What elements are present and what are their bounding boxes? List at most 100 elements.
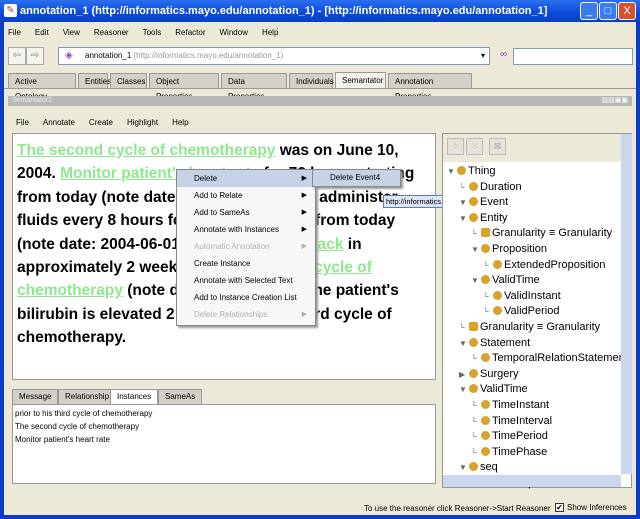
tree-node[interactable]: ▼ Event — [459, 195, 508, 210]
menu-view[interactable]: View — [63, 28, 80, 37]
tree-node-label: ValidPeriod — [504, 305, 560, 318]
add-sibling-icon[interactable]: ⁙ — [466, 138, 483, 155]
tab-entities[interactable]: Entities — [78, 73, 111, 89]
tab-message[interactable]: Message — [12, 389, 59, 404]
tree-node[interactable]: └ TimePhase — [471, 445, 547, 460]
menu-reasoner[interactable]: Reasoner — [94, 28, 129, 37]
semantator-menu-file[interactable]: File — [16, 118, 29, 127]
tree-node[interactable]: └ ValidInstant — [483, 289, 561, 304]
annotated-text[interactable]: The second cycle of chemotherapy — [17, 142, 275, 159]
class-icon — [481, 244, 490, 253]
minimize-button[interactable]: _ — [580, 2, 598, 20]
tree-node[interactable]: └ Granularity ≡ Granularity — [459, 320, 600, 335]
semantator-menu-create[interactable]: Create — [89, 118, 113, 127]
tab-semantator[interactable]: Semantator — [335, 72, 386, 89]
horizontal-scrollbar[interactable] — [443, 475, 621, 487]
vertical-scrollbar[interactable] — [621, 134, 632, 474]
show-inferences-checkbox[interactable]: ✔ Show Inferences — [555, 503, 627, 512]
tab-individuals[interactable]: Individuals — [289, 73, 334, 89]
add-subclass-icon[interactable]: ⁘ — [447, 138, 464, 155]
menu-help[interactable]: Help — [262, 28, 278, 37]
tab-instances[interactable]: Instances — [110, 389, 159, 404]
menu-file[interactable]: File — [8, 28, 21, 37]
tree-node[interactable]: └ TimePeriod — [471, 429, 548, 444]
menu-refactor[interactable]: Refactor — [175, 28, 205, 37]
submenu-item-delete-event4[interactable]: Delete Event4 — [312, 169, 401, 187]
tree-node[interactable]: ▼ Thing — [447, 164, 496, 179]
menu-window[interactable]: Window — [220, 28, 248, 37]
tree-node[interactable]: └ Granularity ≡ Granularity — [471, 226, 612, 241]
semantator-menu-help[interactable]: Help — [172, 118, 188, 127]
tree-node[interactable]: ▼ Statement — [459, 336, 530, 351]
expanded-icon[interactable]: ▼ — [459, 337, 469, 351]
tree-node[interactable]: └ TimeInterval — [471, 414, 552, 429]
tree-node-label: seq — [480, 461, 498, 474]
menu-item-add-to-sameas[interactable]: Add to SameAs ▶ — [177, 204, 315, 221]
tree-node-label: Entity — [480, 211, 508, 224]
tree-node[interactable]: ▼ ValidTime — [459, 382, 528, 397]
tab-annotation-properties[interactable]: Annotation Properties — [388, 73, 472, 101]
menu-tools[interactable]: Tools — [143, 28, 162, 37]
class-icon — [469, 384, 478, 394]
tree-node[interactable]: ▶ Surgery — [459, 367, 519, 382]
tab-active-ontology[interactable]: Active Ontology — [8, 73, 76, 101]
expanded-icon[interactable]: ▼ — [459, 461, 469, 475]
menu-item-add-to-instance-creation-list[interactable]: Add to Instance Creation List — [177, 289, 315, 306]
tree-node[interactable]: └ Duration — [459, 180, 522, 195]
forward-button[interactable]: ⇨ — [26, 47, 44, 65]
tree-node-label: TimePeriod — [492, 430, 548, 443]
checkbox-icon[interactable]: ✔ — [555, 503, 564, 512]
ontology-selector[interactable]: ◈ annotation_1 (http://informatics.mayo.… — [58, 47, 490, 65]
menu-item-delete[interactable]: Delete ▶ — [177, 170, 315, 187]
title-bar: annotation_1 (http://informatics.mayo.ed… — [0, 0, 640, 22]
tab-object-properties[interactable]: Object Properties — [149, 73, 219, 101]
collapsed-icon[interactable]: ▶ — [459, 368, 469, 382]
tab-sameas[interactable]: SameAs — [158, 389, 203, 404]
expanded-icon[interactable]: ▼ — [471, 243, 481, 257]
menu-item-add-to-relate[interactable]: Add to Relate ▶ — [177, 187, 315, 204]
tree-node-label: TimePhase — [492, 445, 548, 458]
tree-node[interactable]: ▼ seq — [459, 460, 498, 475]
tree-node[interactable]: └ TimeInstant — [471, 398, 549, 413]
dropdown-arrow-icon[interactable]: ▾ — [481, 48, 485, 64]
menu-item-label: Automatic Annotation — [194, 242, 270, 251]
menu-item-annotate-with-selected-text[interactable]: Annotate with Selected Text — [177, 272, 315, 289]
equivalent-class-icon — [481, 228, 490, 238]
close-button[interactable]: X — [618, 2, 636, 20]
expanded-icon[interactable]: ▼ — [459, 212, 469, 226]
instance-item[interactable]: Monitor patient's heart rate — [15, 433, 433, 446]
back-button[interactable]: ⇦ — [8, 47, 26, 65]
tree-line-icon: └ — [471, 354, 477, 364]
ontology-uri: (http://informatics.mayo.edu/annotation_… — [133, 51, 284, 60]
menu-item-create-instance[interactable]: Create Instance — [177, 255, 315, 272]
maximize-button[interactable]: □ — [599, 2, 617, 20]
expanded-icon[interactable]: ▼ — [459, 196, 469, 210]
tab-classes[interactable]: Classes — [110, 73, 147, 89]
tab-data-properties[interactable]: Data Properties — [221, 73, 287, 101]
main-menu-bar: File Edit View Reasoner Tools Refactor Window H… — [8, 28, 292, 37]
tab-divider — [4, 88, 636, 89]
ontology-icon: ◈ — [65, 50, 73, 61]
tree-node[interactable]: ▼ Entity — [459, 211, 508, 226]
menu-edit[interactable]: Edit — [35, 28, 49, 37]
menu-item-annotate-with-instances[interactable]: Annotate with Instances ▶ — [177, 221, 315, 238]
tree-node[interactable]: ▼ Proposition — [471, 242, 547, 257]
tab-relationship[interactable]: Relationship — [58, 389, 117, 404]
status-message: To use the reasoner click Reasoner->Star… — [364, 504, 551, 513]
expanded-icon[interactable]: ▼ — [447, 165, 457, 179]
panel-controls-icon[interactable]: ▥▤▣▣ — [602, 96, 628, 106]
instance-item[interactable]: prior to his third cycle of chemotherapy — [15, 407, 433, 420]
search-input[interactable] — [513, 48, 633, 65]
semantator-menu-annotate[interactable]: Annotate — [43, 118, 75, 127]
tree-line-icon: └ — [483, 307, 489, 317]
delete-class-icon[interactable]: ⊠ — [489, 138, 506, 155]
tree-node[interactable]: ▼ ValidTime — [471, 273, 540, 288]
tree-node[interactable]: └ ValidPeriod — [483, 304, 559, 319]
class-hierarchy-tree: ⁘ ⁙ ⊠ ▼ Thing └ Duration ▼ Event ▼ Entity └ Granu… — [442, 133, 632, 489]
tree-node[interactable]: └ TemporalRelationStatement — [471, 351, 628, 366]
expanded-icon[interactable]: ▼ — [459, 383, 469, 397]
expanded-icon[interactable]: ▼ — [471, 274, 481, 288]
instance-item[interactable]: The second cycle of chemotherapy — [15, 420, 433, 433]
semantator-menu-highlight[interactable]: Highlight — [127, 118, 158, 127]
tree-node[interactable]: └ ExtendedProposition — [483, 258, 606, 273]
